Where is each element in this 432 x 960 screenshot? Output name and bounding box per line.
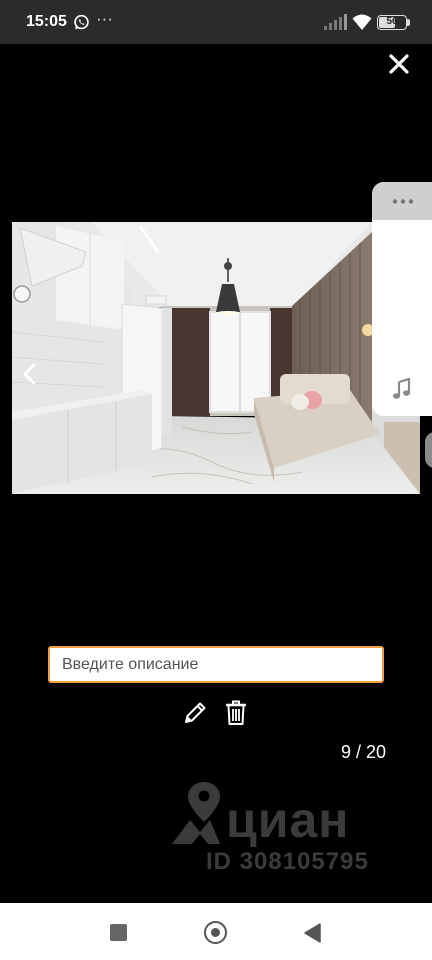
status-time: 15:05 <box>26 13 67 30</box>
system-nav-bar <box>0 903 432 960</box>
recents-icon[interactable] <box>110 924 127 941</box>
apartment-photo <box>12 222 420 494</box>
battery-tip <box>407 19 410 26</box>
edge-panel-handle[interactable] <box>425 432 432 468</box>
more-dots-icon[interactable] <box>392 199 414 204</box>
status-bar: 15:05 ··· 56 <box>0 0 432 44</box>
description-input[interactable] <box>48 646 384 683</box>
side-panel-header <box>372 182 432 220</box>
back-icon[interactable] <box>303 923 321 943</box>
cian-logo-watermark <box>172 782 220 844</box>
photo-counter: 9 / 20 <box>340 742 386 762</box>
home-icon-dot <box>211 928 220 937</box>
status-more-dots: ··· <box>96 9 113 28</box>
whatsapp-icon <box>74 14 89 30</box>
trash-icon[interactable] <box>225 700 247 726</box>
signal-icon <box>324 14 347 30</box>
watermark-brand: циан <box>226 792 350 848</box>
home-icon[interactable] <box>204 921 227 944</box>
watermark-id: ID 308105795 <box>206 848 369 875</box>
battery-percent: 56 <box>386 16 398 27</box>
pencil-icon[interactable] <box>182 700 208 726</box>
battery-icon: 56 <box>377 15 407 30</box>
wifi-icon <box>352 14 372 30</box>
close-icon[interactable] <box>386 51 412 77</box>
chevron-left-icon[interactable] <box>20 362 40 386</box>
music-note-icon[interactable] <box>392 378 412 400</box>
photo[interactable] <box>12 222 420 494</box>
